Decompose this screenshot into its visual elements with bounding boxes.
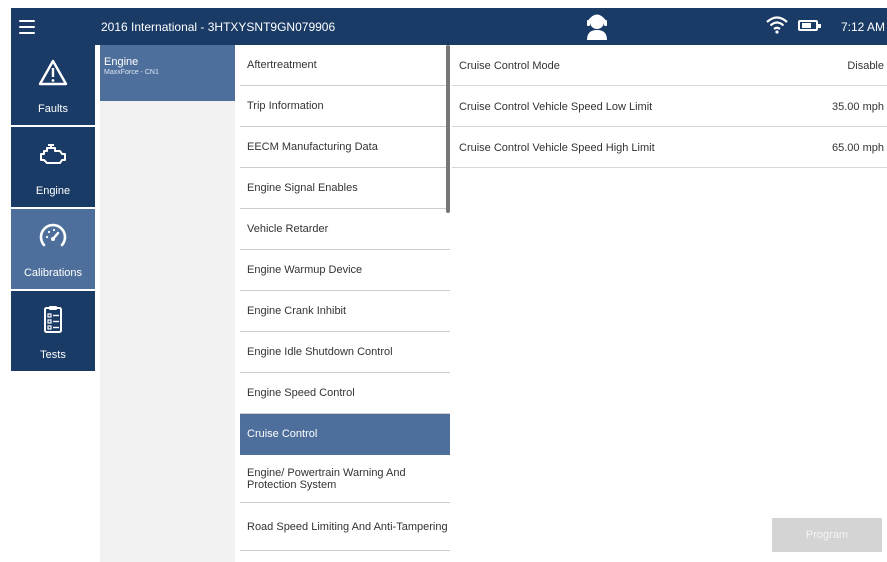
nav-tests[interactable]: Tests <box>11 291 95 373</box>
parameter-row[interactable]: Cruise Control Mode Disable <box>452 45 887 86</box>
nav-label: Calibrations <box>23 267 83 279</box>
calibration-item-trip-information[interactable]: Trip Information <box>240 86 450 127</box>
calibration-item-vehicle-retarder[interactable]: Vehicle Retarder <box>240 209 450 250</box>
wifi-icon <box>766 16 788 34</box>
vehicle-title: 2016 International - 3HTXYSNT9GN079906 <box>101 20 336 34</box>
parameter-name: Cruise Control Vehicle Speed High Limit <box>459 142 655 154</box>
nav-faults[interactable]: Faults <box>11 45 95 127</box>
parameter-value: 35.00 mph <box>832 101 884 113</box>
module-subtitle: MaxxForce - CN1 <box>104 69 159 76</box>
technician-icon[interactable] <box>584 12 610 40</box>
parameter-name: Cruise Control Mode <box>459 60 560 72</box>
warning-icon <box>38 59 68 86</box>
nav-label: Faults <box>38 103 68 115</box>
parameter-table: Cruise Control Mode Disable Cruise Contr… <box>452 45 887 168</box>
calibration-item-cruise-control[interactable]: Cruise Control <box>240 414 450 455</box>
parameter-row[interactable]: Cruise Control Vehicle Speed High Limit … <box>452 127 887 168</box>
calibration-item-aftertreatment[interactable]: Aftertreatment <box>240 45 450 86</box>
clock: 7:12 AM <box>841 20 886 34</box>
calibration-item-eecm-manufacturing-data[interactable]: EECM Manufacturing Data <box>240 127 450 168</box>
calibration-item-engine-signal-enables[interactable]: Engine Signal Enables <box>240 168 450 209</box>
parameter-value: Disable <box>847 60 884 72</box>
parameter-name: Cruise Control Vehicle Speed Low Limit <box>459 101 653 113</box>
nav-calibrations[interactable]: Calibrations <box>11 209 95 291</box>
menu-icon[interactable] <box>13 12 53 42</box>
calibration-item-engine-powertrain-warning[interactable]: Engine/ Powertrain Warning And Protectio… <box>240 455 450 503</box>
calibration-item-engine-speed-control[interactable]: Engine Speed Control <box>240 373 450 414</box>
module-item-engine[interactable]: Engine MaxxForce - CN1 <box>100 45 235 101</box>
calibration-item-engine-warmup-device[interactable]: Engine Warmup Device <box>240 250 450 291</box>
nav-engine[interactable]: Engine <box>11 127 95 209</box>
calibration-item-road-speed-limiting[interactable]: Road Speed Limiting And Anti-Tampering <box>240 503 450 551</box>
module-panel: Engine MaxxForce - CN1 <box>100 45 235 562</box>
clipboard-icon <box>44 306 62 333</box>
engine-icon <box>40 144 66 164</box>
top-bar: 2016 International - 3HTXYSNT9GN079906 7… <box>11 8 887 45</box>
battery-icon <box>798 20 821 31</box>
parameter-value: 65.00 mph <box>832 142 884 154</box>
calibration-item-engine-crank-inhibit[interactable]: Engine Crank Inhibit <box>240 291 450 332</box>
nav-label: Tests <box>40 349 66 361</box>
parameter-row[interactable]: Cruise Control Vehicle Speed Low Limit 3… <box>452 86 887 127</box>
gauge-icon <box>39 223 67 247</box>
calibration-list: Aftertreatment Trip Information EECM Man… <box>240 45 450 551</box>
nav-label: Engine <box>35 185 71 197</box>
list-scrollbar[interactable] <box>446 45 450 213</box>
left-nav: Faults Engine Calibrations Tests <box>11 45 95 373</box>
calibration-item-engine-idle-shutdown-control[interactable]: Engine Idle Shutdown Control <box>240 332 450 373</box>
program-button[interactable]: Program <box>772 518 882 552</box>
module-title: Engine <box>104 56 139 68</box>
